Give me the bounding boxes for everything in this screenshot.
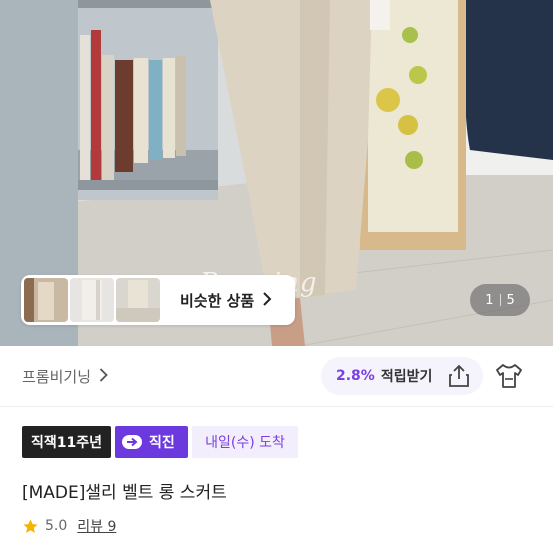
shirt-icon[interactable] — [494, 362, 524, 394]
store-name: 프롬비기닝 — [22, 368, 92, 386]
similar-thumbnail[interactable] — [116, 278, 160, 322]
similar-products-label: 비슷한 상품 — [180, 291, 255, 310]
carousel-pager: 1 5 — [470, 284, 530, 316]
direct-ship-badge: 직진 — [115, 426, 188, 458]
star-icon — [23, 518, 38, 533]
arrival-badge: 내일(수) 도착 — [192, 426, 298, 458]
pager-total: 5 — [506, 292, 515, 308]
thumbnail-image — [70, 278, 114, 322]
product-image-carousel[interactable]: Perming 비슷한 상품 — [0, 0, 553, 346]
product-title: [MADE]샐리 벨트 롱 스커트 — [22, 483, 227, 503]
store-link[interactable]: 프롬비기닝 — [22, 366, 108, 387]
thumbnail-image — [116, 278, 160, 322]
share-icon[interactable] — [448, 364, 470, 392]
similar-thumbnail[interactable] — [24, 278, 68, 322]
rating-row: 5.0 리뷰 9 — [22, 516, 116, 536]
similar-thumbnail[interactable] — [70, 278, 114, 322]
anniversary-badge: 직잭11주년 — [22, 426, 111, 458]
review-link[interactable]: 리뷰 9 — [77, 516, 116, 536]
pager-current: 1 — [485, 292, 494, 308]
arrow-circle-icon — [122, 435, 142, 449]
reward-percent: 2.8% — [336, 368, 375, 384]
similar-products-button[interactable]: 비슷한 상품 — [21, 275, 295, 325]
thumbnail-image — [24, 278, 68, 322]
store-row: 프롬비기닝 2.8% 적립받기 — [0, 346, 553, 406]
direct-ship-label: 직진 — [149, 435, 175, 451]
chevron-right-icon — [99, 367, 108, 386]
pager-separator — [499, 294, 501, 306]
badge-row: 직잭11주년 직진 내일(수) 도착 — [22, 426, 298, 458]
chevron-right-icon — [262, 291, 272, 310]
section-divider — [0, 406, 553, 407]
rating-score: 5.0 — [45, 518, 68, 534]
reward-label: 적립받기 — [380, 369, 433, 385]
